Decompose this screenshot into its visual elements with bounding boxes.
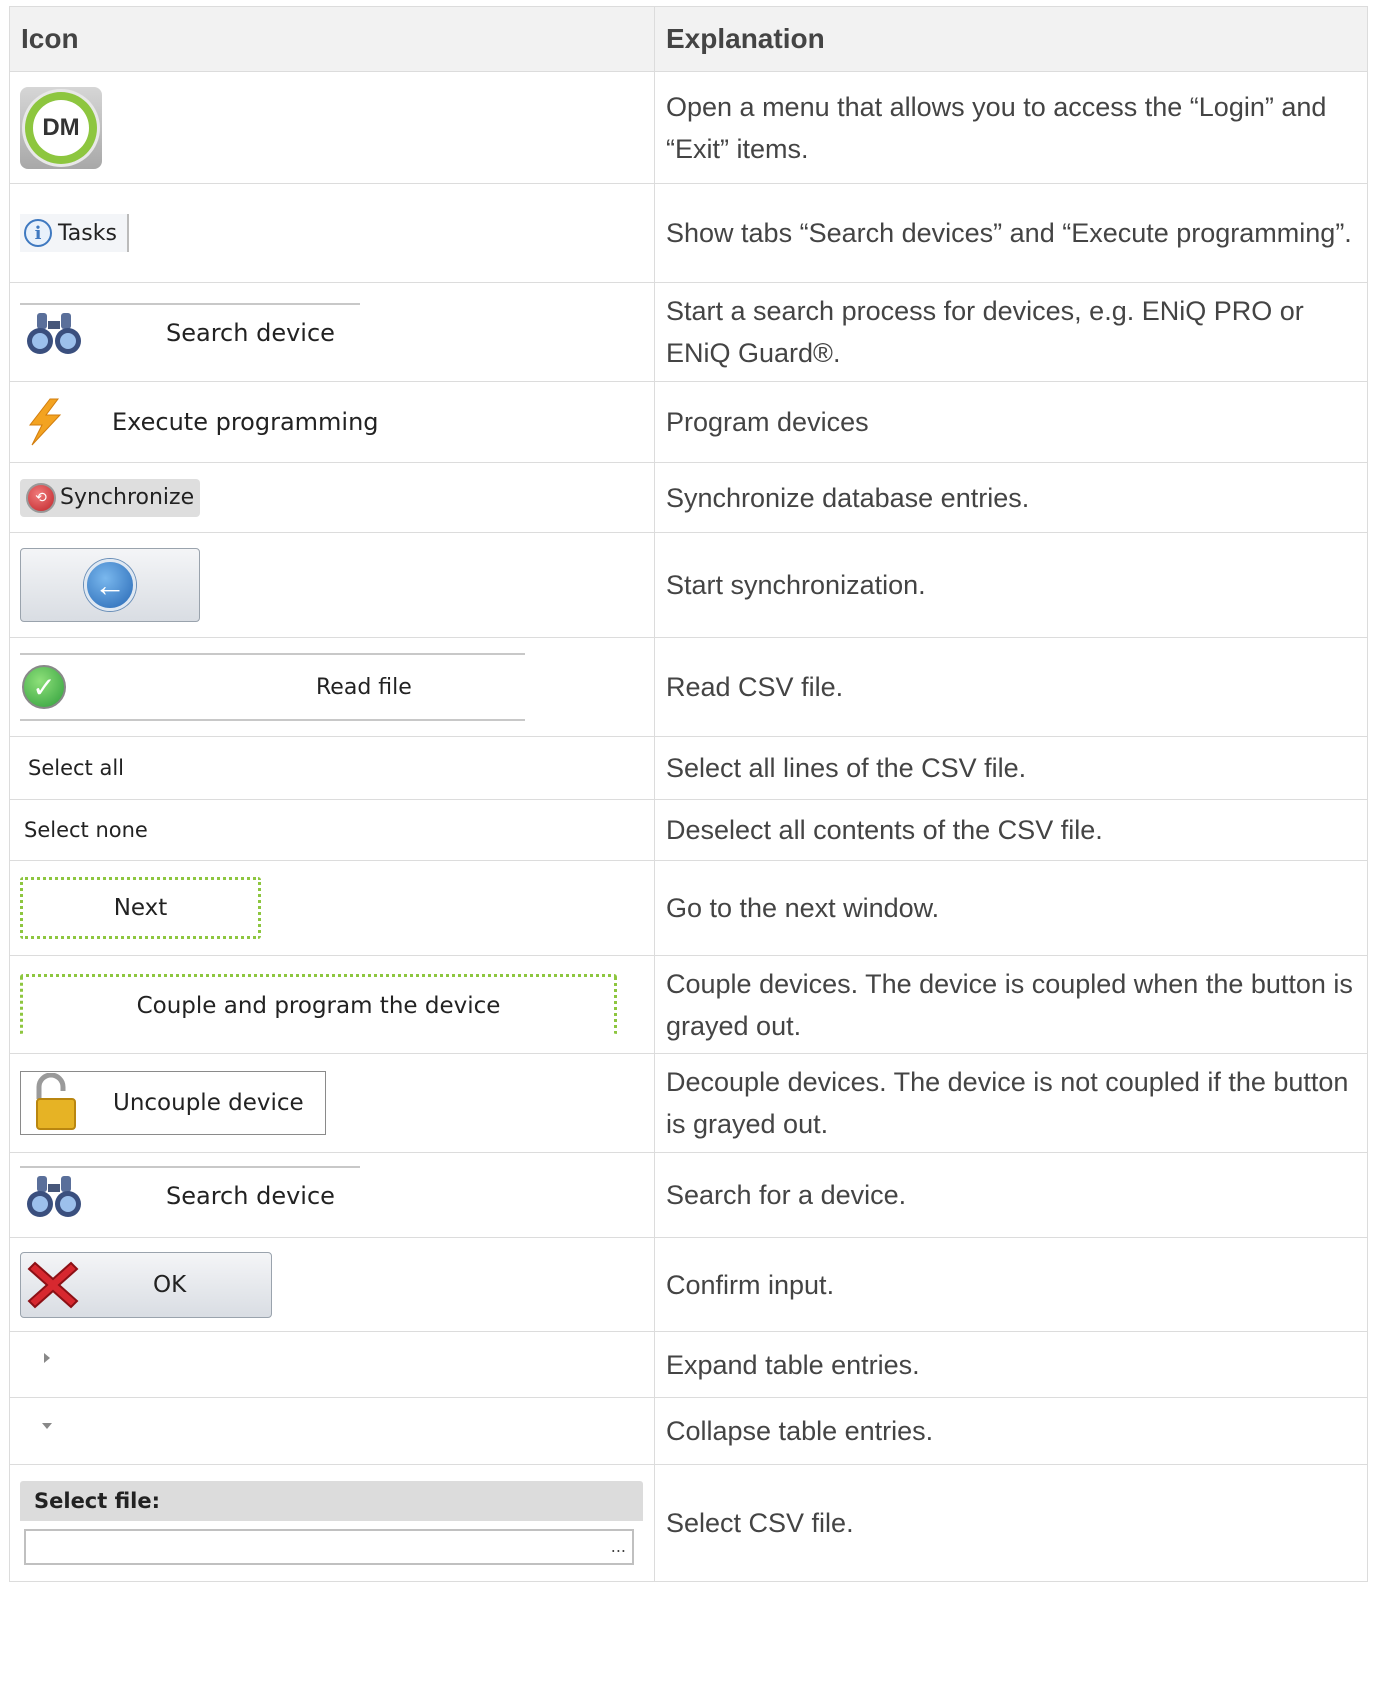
red-x-icon: [27, 1261, 79, 1308]
uncouple-device-button: Uncouple device: [20, 1071, 326, 1135]
table-row: i Tasks Show tabs “Search devices” and “…: [9, 183, 1368, 283]
explanation-cell: Select CSV file.: [654, 1464, 1368, 1582]
couple-program-label: Couple and program the device: [136, 993, 501, 1019]
search-device-button: Search device: [20, 303, 360, 361]
icon-cell: Search device: [9, 282, 655, 382]
ellipsis-icon: ...: [610, 1537, 626, 1556]
explanation-cell: Couple devices. The device is coupled wh…: [654, 955, 1368, 1054]
file-path-input: ...: [24, 1529, 634, 1565]
table-row: Search device Search for a device.: [9, 1152, 1368, 1238]
explanation-cell: Read CSV file.: [654, 637, 1368, 737]
icon-cell: DM: [9, 71, 655, 184]
search-device-label: Search device: [166, 1182, 335, 1210]
lightning-icon: [28, 398, 62, 446]
binoculars-icon: [27, 313, 81, 354]
icon-cell: Select none: [9, 799, 655, 861]
ok-label: OK: [153, 1271, 187, 1298]
icon-cell: Select all: [9, 736, 655, 800]
explanation-cell: Program devices: [654, 381, 1368, 463]
icon-cell: Uncouple device: [9, 1053, 655, 1153]
execute-programming-label: Execute programming: [112, 408, 379, 436]
explanation-cell: Go to the next window.: [654, 860, 1368, 956]
icon-cell: Execute programming: [9, 381, 655, 463]
icon-cell: Couple and program the device: [9, 955, 655, 1054]
expand-toggle: [44, 1352, 654, 1363]
header-icon: Icon: [9, 6, 655, 72]
table-row: Select file: ... Select CSV file.: [9, 1464, 1368, 1582]
table-row: Execute programming Program devices: [9, 381, 1368, 463]
search-device-label: Search device: [166, 319, 335, 347]
table-header-row: Icon Explanation: [9, 6, 1368, 72]
table-row: Couple and program the device Couple dev…: [9, 955, 1368, 1054]
icon-cell: ⟲ Synchronize: [9, 462, 655, 533]
start-sync-button: ←: [20, 548, 200, 622]
execute-programming-button: Execute programming: [20, 397, 654, 447]
dm-logo-icon: DM: [20, 86, 102, 169]
next-label: Next: [113, 895, 168, 921]
table-row: OK Confirm input.: [9, 1237, 1368, 1332]
binoculars-icon: [27, 1176, 81, 1217]
uncouple-device-label: Uncouple device: [113, 1090, 304, 1116]
dm-label: DM: [33, 99, 89, 156]
select-all-button: Select all: [28, 756, 124, 780]
tasks-button: i Tasks: [20, 214, 129, 252]
synchronize-button: ⟲ Synchronize: [20, 478, 201, 517]
triangle-down-icon: [42, 1423, 52, 1429]
tasks-label: Tasks: [58, 220, 117, 246]
icon-cell: i Tasks: [9, 183, 655, 283]
table-row: DM Open a menu that allows you to access…: [9, 71, 1368, 184]
back-arrow-icon: ←: [84, 559, 136, 611]
table-row: Search device Start a search process for…: [9, 282, 1368, 382]
table-row: ✓ Read file Read CSV file.: [9, 637, 1368, 737]
icon-explanation-table: Icon Explanation DM Open a menu that all…: [9, 6, 1368, 1582]
icon-cell: [9, 1397, 655, 1465]
explanation-cell: Deselect all contents of the CSV file.: [654, 799, 1368, 861]
checkmark-icon: ✓: [22, 665, 66, 709]
explanation-cell: Confirm input.: [654, 1237, 1368, 1332]
search-device-button: Search device: [20, 1166, 360, 1224]
explanation-cell: Open a menu that allows you to access th…: [654, 71, 1368, 184]
ok-button: OK: [20, 1251, 272, 1318]
table-row: Expand table entries.: [9, 1331, 1368, 1398]
icon-cell: ←: [9, 532, 655, 638]
select-file-heading: Select file:: [20, 1481, 643, 1521]
padlock-open-icon: [36, 1073, 76, 1130]
synchronize-label: Synchronize: [60, 485, 195, 510]
explanation-cell: Select all lines of the CSV file.: [654, 736, 1368, 800]
icon-cell: ✓ Read file: [9, 637, 655, 737]
explanation-cell: Start synchronization.: [654, 532, 1368, 638]
icon-cell: [9, 1331, 655, 1398]
explanation-cell: Start a search process for devices, e.g.…: [654, 282, 1368, 382]
triangle-right-icon: [44, 1352, 50, 1363]
table-row: Uncouple device Decouple devices. The de…: [9, 1053, 1368, 1153]
collapse-toggle: [42, 1423, 654, 1429]
icon-cell: Search device: [9, 1152, 655, 1238]
read-file-button: ✓ Read file: [20, 653, 525, 721]
icon-cell: Select file: ...: [9, 1464, 655, 1582]
icon-cell: OK: [9, 1237, 655, 1332]
next-button: Next: [20, 877, 261, 939]
explanation-cell: Synchronize database entries.: [654, 462, 1368, 533]
explanation-cell: Decouple devices. The device is not coup…: [654, 1053, 1368, 1153]
explanation-cell: Search for a device.: [654, 1152, 1368, 1238]
read-file-label: Read file: [316, 674, 412, 700]
couple-program-button: Couple and program the device: [20, 973, 617, 1036]
header-explanation: Explanation: [654, 6, 1368, 72]
explanation-cell: Expand table entries.: [654, 1331, 1368, 1398]
info-icon: i: [24, 219, 52, 247]
table-row: Collapse table entries.: [9, 1397, 1368, 1465]
select-none-button: Select none: [24, 818, 148, 842]
sync-icon: ⟲: [26, 482, 56, 513]
table-row: ⟲ Synchronize Synchronize database entri…: [9, 462, 1368, 533]
explanation-cell: Collapse table entries.: [654, 1397, 1368, 1465]
table-row: Select none Deselect all contents of the…: [9, 799, 1368, 861]
table-row: ← Start synchronization.: [9, 532, 1368, 638]
explanation-cell: Show tabs “Search devices” and “Execute …: [654, 183, 1368, 283]
icon-cell: Next: [9, 860, 655, 956]
select-file-panel: Select file: ...: [20, 1481, 643, 1565]
table-row: Select all Select all lines of the CSV f…: [9, 736, 1368, 800]
table-row: Next Go to the next window.: [9, 860, 1368, 956]
